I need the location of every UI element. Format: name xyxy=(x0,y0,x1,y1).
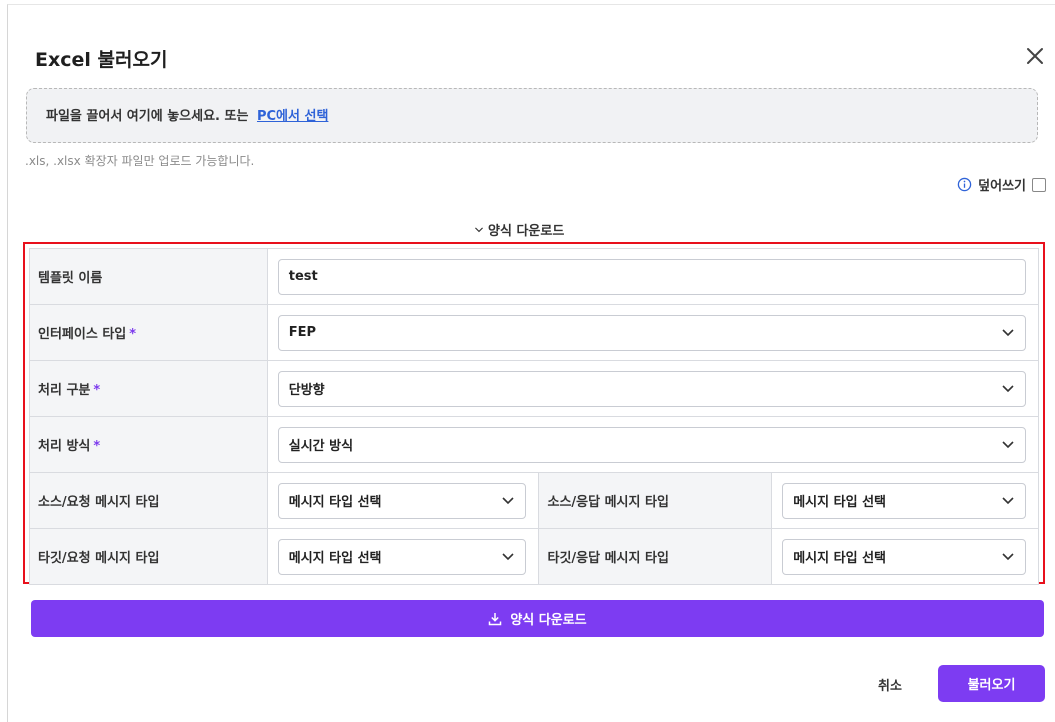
chevron-down-icon xyxy=(1002,384,1014,392)
form-row-source-message-types: 소스/요청 메시지 타입 메시지 타입 선택 소스/응답 메시지 타입 메시지 … xyxy=(29,472,1039,529)
close-icon[interactable] xyxy=(1022,43,1048,69)
load-button-label: 불러오기 xyxy=(967,678,1016,693)
interface-type-select[interactable]: FEP xyxy=(277,314,1026,351)
load-button[interactable]: 불러오기 xyxy=(938,665,1045,702)
required-mark: * xyxy=(93,439,101,454)
chevron-down-icon xyxy=(1002,496,1014,504)
chevron-down-icon xyxy=(502,552,515,560)
template-form: 템플릿 이름 test 인터페이스 타입 * FEP 처리 구분 * 단방향 처… xyxy=(23,242,1045,585)
required-mark: * xyxy=(129,327,137,342)
target-response-label: 타깃/응답 메시지 타입 xyxy=(547,551,669,566)
info-icon xyxy=(957,177,972,192)
select-from-pc-link[interactable]: PC에서 선택 xyxy=(257,109,328,124)
target-request-select[interactable]: 메시지 타입 선택 xyxy=(277,538,527,575)
overwrite-option: 덮어쓰기 xyxy=(957,175,1046,194)
template-name-input[interactable]: test xyxy=(277,258,1026,295)
overwrite-label: 덮어쓰기 xyxy=(978,179,1026,194)
cancel-button[interactable]: 취소 xyxy=(878,675,902,694)
dialog-title: Excel 불러오기 xyxy=(35,49,168,71)
process-type-select[interactable]: 단방향 xyxy=(277,370,1026,407)
target-request-label: 타깃/요청 메시지 타입 xyxy=(38,551,160,566)
chevron-down-icon xyxy=(502,496,515,504)
download-icon xyxy=(489,612,502,625)
dropzone-text: 파일을 끌어서 여기에 놓으세요. 또는 xyxy=(46,109,249,124)
process-type-label: 처리 구분 xyxy=(38,383,91,398)
form-row-target-message-types: 타깃/요청 메시지 타입 메시지 타입 선택 타깃/응답 메시지 타입 메시지 … xyxy=(29,528,1039,585)
source-request-select[interactable]: 메시지 타입 선택 xyxy=(277,482,527,519)
form-row-process-method: 처리 방식 * 실시간 방식 xyxy=(29,416,1040,473)
form-row-template-name: 템플릿 이름 test xyxy=(29,248,1040,305)
chevron-down-icon xyxy=(1002,552,1014,560)
process-method-label: 처리 방식 xyxy=(38,439,91,454)
template-download-toggle-label: 양식 다운로드 xyxy=(488,224,565,239)
chevron-down-icon xyxy=(1002,328,1014,336)
process-method-select[interactable]: 실시간 방식 xyxy=(277,426,1026,463)
template-download-button[interactable]: 양식 다운로드 xyxy=(31,600,1044,637)
template-name-label: 템플릿 이름 xyxy=(38,271,103,286)
template-form-table: 템플릿 이름 test 인터페이스 타입 * FEP 처리 구분 * 단방향 처… xyxy=(29,248,1040,585)
file-dropzone[interactable]: 파일을 끌어서 여기에 놓으세요. 또는 PC에서 선택 xyxy=(26,88,1038,143)
chevron-down-icon xyxy=(475,226,483,232)
source-response-select[interactable]: 메시지 타입 선택 xyxy=(782,482,1026,519)
source-request-label: 소스/요청 메시지 타입 xyxy=(38,495,160,510)
template-download-label: 양식 다운로드 xyxy=(510,613,587,628)
chevron-down-icon xyxy=(1002,440,1014,448)
file-type-hint: .xls, .xlsx 확장자 파일만 업로드 가능합니다. xyxy=(25,154,255,168)
form-row-interface-type: 인터페이스 타입 * FEP xyxy=(29,304,1040,361)
required-mark: * xyxy=(93,383,101,398)
source-response-label: 소스/응답 메시지 타입 xyxy=(547,495,669,510)
template-download-toggle[interactable]: 양식 다운로드 xyxy=(474,220,564,239)
form-row-process-type: 처리 구분 * 단방향 xyxy=(29,360,1040,417)
overwrite-checkbox[interactable] xyxy=(1032,177,1046,192)
interface-type-label: 인터페이스 타입 xyxy=(38,327,127,342)
target-response-select[interactable]: 메시지 타입 선택 xyxy=(782,538,1026,575)
